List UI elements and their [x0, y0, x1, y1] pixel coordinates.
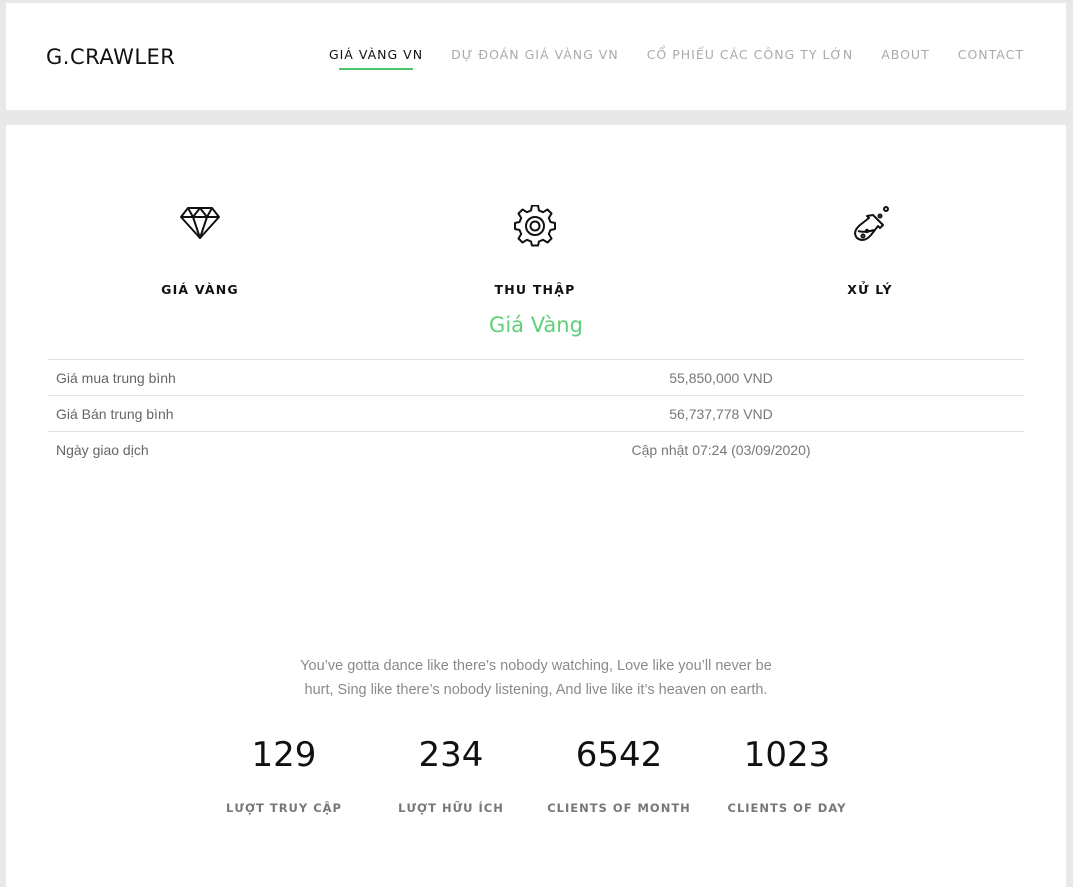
nav-du-doan-gia-vang[interactable]: DỰ ĐOÁN GIÁ VÀNG VN — [451, 47, 619, 70]
feature-thu-thap: THU THẬP — [435, 205, 635, 297]
nav-co-phieu[interactable]: CỔ PHIẾU CÁC CÔNG TY LỚN — [647, 47, 854, 70]
flask-icon — [770, 205, 970, 249]
nav-label: CỔ PHIẾU CÁC CÔNG TY LỚN — [646, 47, 854, 62]
row-key: Giá Bán trung bình — [48, 395, 418, 432]
nav-label: GIÁ VÀNG VN — [328, 47, 424, 62]
row-value: 55,850,000 VND — [418, 359, 1024, 396]
stat-value: 6542 — [575, 735, 663, 775]
nav-label: CONTACT — [957, 47, 1024, 62]
gear-icon — [435, 205, 635, 249]
stat-clients-of-day: 1023 CLIENTS OF DAY — [702, 735, 872, 815]
feature-label: XỬ LÝ — [847, 282, 893, 297]
stat-luot-huu-ich: 234 LƯỢT HỮU ÍCH — [366, 735, 536, 815]
stat-value: 129 — [251, 735, 317, 775]
stat-clients-of-month: 6542 CLIENTS OF MONTH — [534, 735, 704, 815]
nav-about[interactable]: ABOUT — [881, 47, 930, 70]
stat-luot-truy-cap: 129 LƯỢT TRUY CẬP — [199, 735, 369, 815]
table-row: Giá mua trung bình 55,850,000 VND — [48, 359, 1024, 396]
stat-label: LƯỢT TRUY CẬP — [226, 801, 342, 815]
nav-label: DỰ ĐOÁN GIÁ VÀNG VN — [451, 47, 619, 62]
feature-xu-ly: XỬ LÝ — [770, 205, 970, 297]
feature-label: THU THẬP — [494, 282, 576, 297]
quote-text: You’ve gotta dance like there’s nobody w… — [300, 658, 772, 698]
stat-label: CLIENTS OF DAY — [727, 801, 847, 815]
stat-label: LƯỢT HỮU ÍCH — [398, 801, 504, 815]
stat-value: 1023 — [743, 735, 831, 775]
feature-label: GIÁ VÀNG — [161, 282, 239, 297]
site-brand[interactable]: G.CRAWLER — [46, 45, 175, 69]
stat-label: CLIENTS OF MONTH — [547, 801, 691, 815]
nav-contact[interactable]: CONTACT — [958, 47, 1024, 70]
row-value: Cập nhật 07:24 (03/09/2020) — [418, 431, 1024, 468]
row-key: Giá mua trung bình — [48, 359, 418, 396]
row-value: 56,737,778 VND — [418, 395, 1024, 432]
nav-gia-vang-vn[interactable]: GIÁ VÀNG VN — [329, 47, 423, 70]
stat-value: 234 — [418, 735, 484, 775]
main-content: GIÁ VÀNG THU THẬP XỬ LÝ Giá Vàng Giá mua… — [6, 125, 1066, 887]
active-indicator — [338, 68, 414, 70]
site-header: G.CRAWLER GIÁ VÀNG VN DỰ ĐOÁN GIÁ VÀNG V… — [6, 3, 1066, 110]
table-row: Giá Bán trung bình 56,737,778 VND — [48, 395, 1024, 432]
gold-price-table: Giá mua trung bình 55,850,000 VND Giá Bá… — [48, 359, 1024, 468]
table-row: Ngày giao dịch Cập nhật 07:24 (03/09/202… — [48, 431, 1024, 468]
nav-label: ABOUT — [881, 47, 930, 62]
section-title: Giá Vàng — [489, 313, 583, 337]
feature-gia-vang: GIÁ VÀNG — [100, 205, 300, 297]
main-nav: GIÁ VÀNG VN DỰ ĐOÁN GIÁ VÀNG VN CỔ PHIẾU… — [329, 47, 1024, 70]
diamond-icon — [100, 205, 300, 249]
row-key: Ngày giao dịch — [48, 431, 418, 468]
features-row: GIÁ VÀNG THU THẬP XỬ LÝ — [6, 205, 1066, 305]
